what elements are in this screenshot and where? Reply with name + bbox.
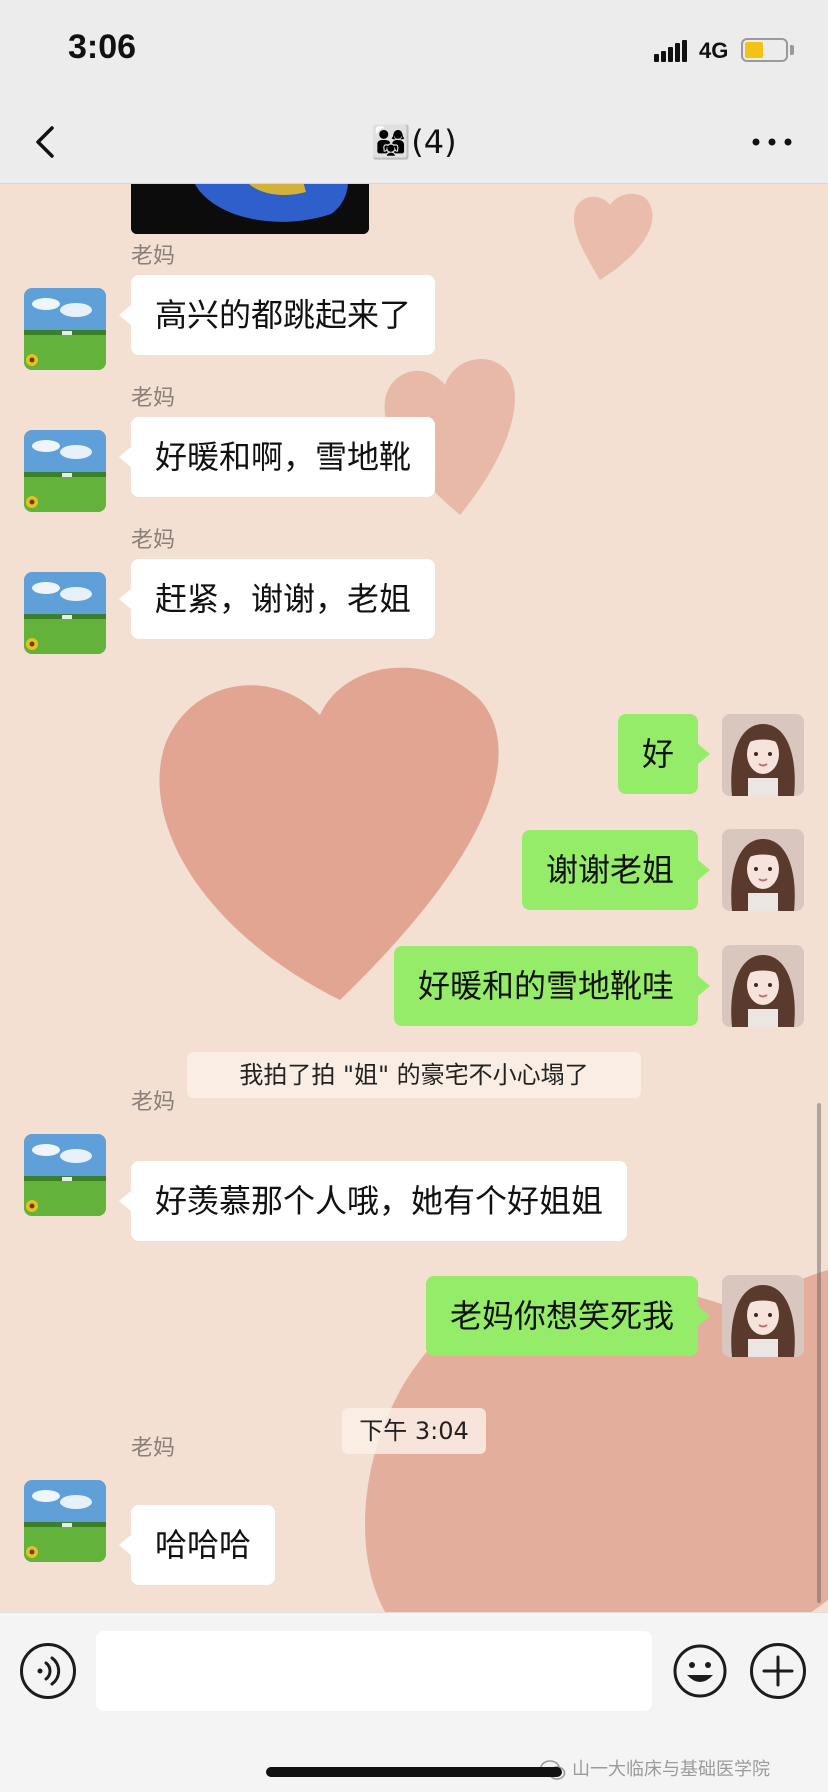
landscape-avatar-icon	[24, 1134, 106, 1216]
landscape-avatar-icon	[24, 1480, 106, 1562]
message-list[interactable]: 老妈 高兴的都跳起来了 老妈 好暖和啊，雪地靴 老妈 赶紧，谢谢，老姐 好 谢谢…	[0, 184, 828, 1612]
status-bar: 3:06 4G	[0, 0, 828, 100]
portrait-avatar-icon	[722, 945, 804, 1027]
sender-name: 老妈	[131, 386, 176, 411]
avatar-mom[interactable]	[24, 430, 106, 512]
sender-name: 老妈	[131, 1090, 176, 1115]
battery-cap	[790, 45, 794, 55]
voice-button[interactable]	[20, 1643, 76, 1699]
battery-icon	[741, 38, 788, 62]
plus-button[interactable]	[750, 1643, 806, 1699]
plus-icon	[762, 1655, 794, 1687]
chat-title: 👨‍👩‍👧(4)	[0, 120, 828, 164]
timestamp: 下午 3:04	[342, 1408, 486, 1454]
scrollbar[interactable]	[817, 1103, 821, 1603]
status-time: 3:06	[68, 28, 137, 66]
portrait-avatar-icon	[722, 1275, 804, 1357]
image-message[interactable]	[131, 184, 369, 234]
avatar-mom[interactable]	[24, 572, 106, 654]
more-button[interactable]	[740, 114, 804, 170]
photo-thumbnail	[131, 184, 369, 234]
incoming-bubble[interactable]: 赶紧，谢谢，老姐	[118, 559, 436, 639]
input-bar: 山一大临床与基础医学院	[0, 1612, 828, 1792]
emoji-button[interactable]	[672, 1643, 728, 1699]
sender-name: 老妈	[131, 1436, 176, 1461]
outgoing-bubble[interactable]: 好	[617, 714, 711, 794]
outgoing-bubble[interactable]: 老妈你想笑死我	[425, 1276, 711, 1356]
sender-name: 老妈	[131, 528, 176, 553]
emoji-icon	[673, 1644, 727, 1698]
incoming-bubble[interactable]: 好暖和啊，雪地靴	[118, 417, 436, 497]
chat-header: 👨‍👩‍👧(4)	[0, 100, 828, 184]
watermark-text: 山一大临床与基础医学院	[572, 1759, 770, 1780]
home-indicator[interactable]	[266, 1767, 562, 1777]
signal-icon	[654, 40, 688, 62]
portrait-avatar-icon	[722, 714, 804, 796]
avatar-mom[interactable]	[24, 1134, 106, 1216]
portrait-avatar-icon	[722, 829, 804, 911]
landscape-avatar-icon	[24, 572, 106, 654]
incoming-bubble[interactable]: 高兴的都跳起来了	[118, 275, 436, 355]
avatar-self[interactable]	[722, 714, 804, 796]
avatar-self[interactable]	[722, 1275, 804, 1357]
incoming-bubble[interactable]: 好羡慕那个人哦，她有个好姐姐	[118, 1161, 628, 1241]
outgoing-bubble[interactable]: 谢谢老姐	[521, 830, 711, 910]
network-type: 4G	[699, 38, 729, 63]
landscape-avatar-icon	[24, 288, 106, 370]
avatar-self[interactable]	[722, 945, 804, 1027]
avatar-mom[interactable]	[24, 288, 106, 370]
watermark: 山一大临床与基础医学院	[540, 1757, 770, 1783]
avatar-mom[interactable]	[24, 1480, 106, 1562]
ellipsis-icon	[752, 138, 792, 146]
group-emoji-icon: 👨‍👩‍👧	[371, 123, 412, 161]
avatar-self[interactable]	[722, 829, 804, 911]
landscape-avatar-icon	[24, 430, 106, 512]
message-input[interactable]	[96, 1631, 652, 1711]
pat-system-message: 我拍了拍 "姐" 的豪宅不小心塌了	[187, 1052, 641, 1098]
incoming-bubble[interactable]: 哈哈哈	[118, 1505, 276, 1585]
voice-icon	[37, 1656, 61, 1686]
outgoing-bubble[interactable]: 好暖和的雪地靴哇	[393, 946, 711, 1026]
sender-name: 老妈	[131, 244, 176, 269]
member-count: (4)	[411, 123, 457, 161]
